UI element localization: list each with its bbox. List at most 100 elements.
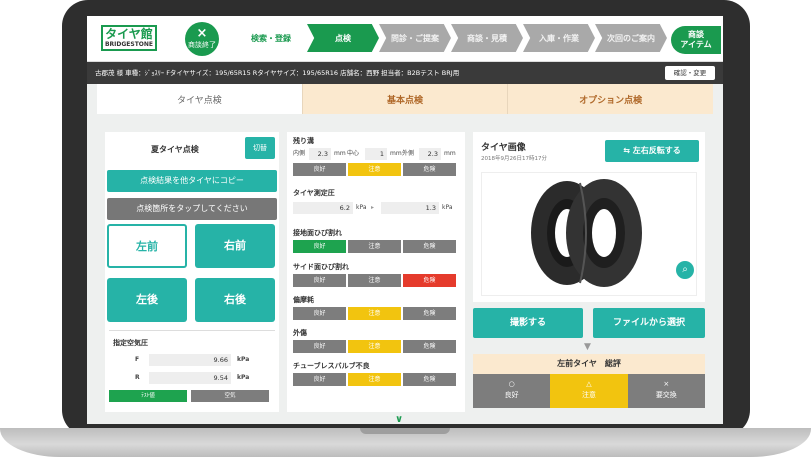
eval-good-button[interactable]: ○ 良好 <box>473 374 551 408</box>
step-label: 入庫・作業 <box>539 33 579 43</box>
step-work[interactable]: 入庫・作業 <box>523 24 595 52</box>
measured-pressure-after[interactable]: 1.3 <box>381 202 439 214</box>
step-label: 問診・ご提案 <box>391 33 439 43</box>
choose-file-button[interactable]: ファイルから選択 <box>593 308 705 338</box>
inner-groove-input[interactable]: 2.3 <box>309 148 331 160</box>
tab-option-inspection[interactable]: オプション点検 <box>507 84 714 114</box>
evaluation-buttons: ○ 良好 △ 注意 × 要交換 <box>473 374 705 408</box>
measured-pressure-title: タイヤ測定圧 <box>293 189 335 197</box>
outer-groove-input[interactable]: 2.3 <box>419 148 441 160</box>
take-photo-button[interactable]: 撮影する <box>473 308 583 338</box>
measured-pressure-before[interactable]: 6.2 <box>293 202 353 214</box>
rating-good-button[interactable]: 良好 <box>293 307 346 320</box>
rating-row: 良好 注意 危険 <box>293 307 456 320</box>
rating-danger-button[interactable]: 危険 <box>403 163 456 176</box>
eval-replace-label: 要交換 <box>655 391 677 399</box>
zoom-icon[interactable]: ⌕ <box>676 261 694 279</box>
tire-illustration <box>531 179 642 287</box>
rating-good-button[interactable]: 良好 <box>293 274 346 287</box>
rating-danger-button[interactable]: 危険 <box>403 373 456 386</box>
top-navigation: タイヤ館 BRIDGESTONE × 商談終了 検索・登録 点検 問診・ご提案 … <box>87 16 723 62</box>
rating-row: 良好 注意 危険 <box>293 340 456 353</box>
rating-good-button[interactable]: 良好 <box>293 163 346 176</box>
step-proposal[interactable]: 問診・ご提案 <box>379 24 451 52</box>
step-label: 次回のご案内 <box>607 33 655 43</box>
process-steps: 検索・登録 点検 問診・ご提案 商談・見積 入庫・作業 次回のご案内 <box>235 24 667 52</box>
center-unit: mm <box>390 150 402 157</box>
tire-image-title: タイヤ画像 <box>481 143 526 153</box>
rating-caution-button[interactable]: 注意 <box>348 274 401 287</box>
rating-caution-button[interactable]: 注意 <box>348 240 401 253</box>
confirm-change-button[interactable]: 確認・変更 <box>665 66 715 80</box>
tab-tire-inspection[interactable]: タイヤ点検 <box>97 84 302 114</box>
front-pressure-value[interactable]: 9.66 <box>149 354 231 366</box>
step-label: 商談・見積 <box>467 33 507 43</box>
outer-unit: mm <box>444 150 456 157</box>
air-button[interactable]: 空気 <box>191 390 269 402</box>
tap-hint-label: 点検箇所をタップしてください <box>107 198 277 220</box>
position-front-right[interactable]: 右前 <box>195 224 275 268</box>
summer-tire-title: 夏タイヤ点検 <box>151 145 199 154</box>
close-icon: × <box>196 26 208 41</box>
chevron-down-icon: ▼ <box>584 342 591 352</box>
rating-danger-button[interactable]: 危険 <box>403 340 456 353</box>
step-next-guide[interactable]: 次回のご案内 <box>595 24 667 52</box>
measured-unit-after: kPa <box>442 204 453 211</box>
rating-row: 良好 注意 危険 <box>293 240 456 253</box>
rating-row-title: 外傷 <box>293 329 307 337</box>
customer-info-text: 古郡茂 様 車種：ｼﾞｮｽﾘｰ Fタイヤサイズ：195/65R15 Rタイヤサイ… <box>95 69 460 77</box>
rating-danger-button[interactable]: 危険 <box>403 240 456 253</box>
summary-bar: 左前タイヤ 総評 <box>473 354 705 374</box>
position-rear-left[interactable]: 左後 <box>107 278 187 322</box>
inner-label: 内側 <box>293 150 306 157</box>
rating-row-title: 偏摩耗 <box>293 296 314 304</box>
test-value-button[interactable]: ﾃｽﾄ値 <box>109 390 187 402</box>
flip-image-button[interactable]: ⇆ 左右反転する <box>605 140 699 162</box>
circle-icon: ○ <box>508 380 515 388</box>
summary-title: 左前タイヤ 総評 <box>557 359 621 368</box>
divider <box>109 330 275 331</box>
tire-photo: ⌕ <box>481 172 697 296</box>
flip-icon: ⇆ <box>623 146 633 155</box>
rating-caution-button[interactable]: 注意 <box>348 340 401 353</box>
tire-image-panel: タイヤ画像 2018年9月26日17時17分 ⇆ 左右反転する ⌕ <box>473 132 705 302</box>
step-search[interactable]: 検索・登録 <box>235 24 307 52</box>
photo-date: 2018年9月26日17時17分 <box>481 156 547 162</box>
logo-subtext: BRIDGESTONE <box>104 41 154 48</box>
rating-good-button[interactable]: 良好 <box>293 373 346 386</box>
position-rear-right[interactable]: 右後 <box>195 278 275 322</box>
front-label: F <box>135 356 140 363</box>
switch-button[interactable]: 切替 <box>245 137 275 159</box>
step-estimate[interactable]: 商談・見積 <box>451 24 523 52</box>
rating-danger-button[interactable]: 危険 <box>403 274 456 287</box>
step-label: 点検 <box>335 33 351 43</box>
eval-caution-button[interactable]: △ 注意 <box>550 374 628 408</box>
scroll-down-icon[interactable]: ∨ <box>395 414 403 424</box>
triangle-icon: △ <box>586 380 592 388</box>
groove-rating: 良好 注意 危険 <box>293 163 456 176</box>
app-screen: タイヤ館 BRIDGESTONE × 商談終了 検索・登録 点検 問診・ご提案 … <box>87 16 723 424</box>
rear-pressure-value[interactable]: 9.54 <box>149 372 231 384</box>
rating-row-title: チューブレスバルブ不良 <box>293 362 370 370</box>
rating-good-button[interactable]: 良好 <box>293 340 346 353</box>
rating-row: 良好 注意 危険 <box>293 373 456 386</box>
measured-unit-before: kPa <box>356 204 367 211</box>
position-front-left[interactable]: 左前 <box>107 224 187 268</box>
inspection-items-panel: 残り溝 内側 2.3 mm 中心 1 mm 外側 2.3 mm 良好 注意 危険… <box>287 132 465 412</box>
rating-caution-button[interactable]: 注意 <box>348 163 401 176</box>
negotiation-items-button[interactable]: 商談 アイテム <box>671 26 721 54</box>
groove-title: 残り溝 <box>293 137 314 145</box>
rating-row-title: 接地面ひび割れ <box>293 229 342 237</box>
logo-text: タイヤ館 <box>105 27 153 41</box>
center-groove-input[interactable]: 1 <box>365 148 387 160</box>
rating-good-button[interactable]: 良好 <box>293 240 346 253</box>
tab-basic-inspection[interactable]: 基本点検 <box>301 84 508 114</box>
rating-danger-button[interactable]: 危険 <box>403 307 456 320</box>
end-negotiation-button[interactable]: × 商談終了 <box>185 22 219 56</box>
rating-caution-button[interactable]: 注意 <box>348 373 401 386</box>
eval-caution-label: 注意 <box>581 391 596 399</box>
copy-result-button[interactable]: 点検結果を他タイヤにコピー <box>107 170 277 192</box>
rating-caution-button[interactable]: 注意 <box>348 307 401 320</box>
step-inspection[interactable]: 点検 <box>307 24 379 52</box>
eval-replace-button[interactable]: × 要交換 <box>627 374 705 408</box>
